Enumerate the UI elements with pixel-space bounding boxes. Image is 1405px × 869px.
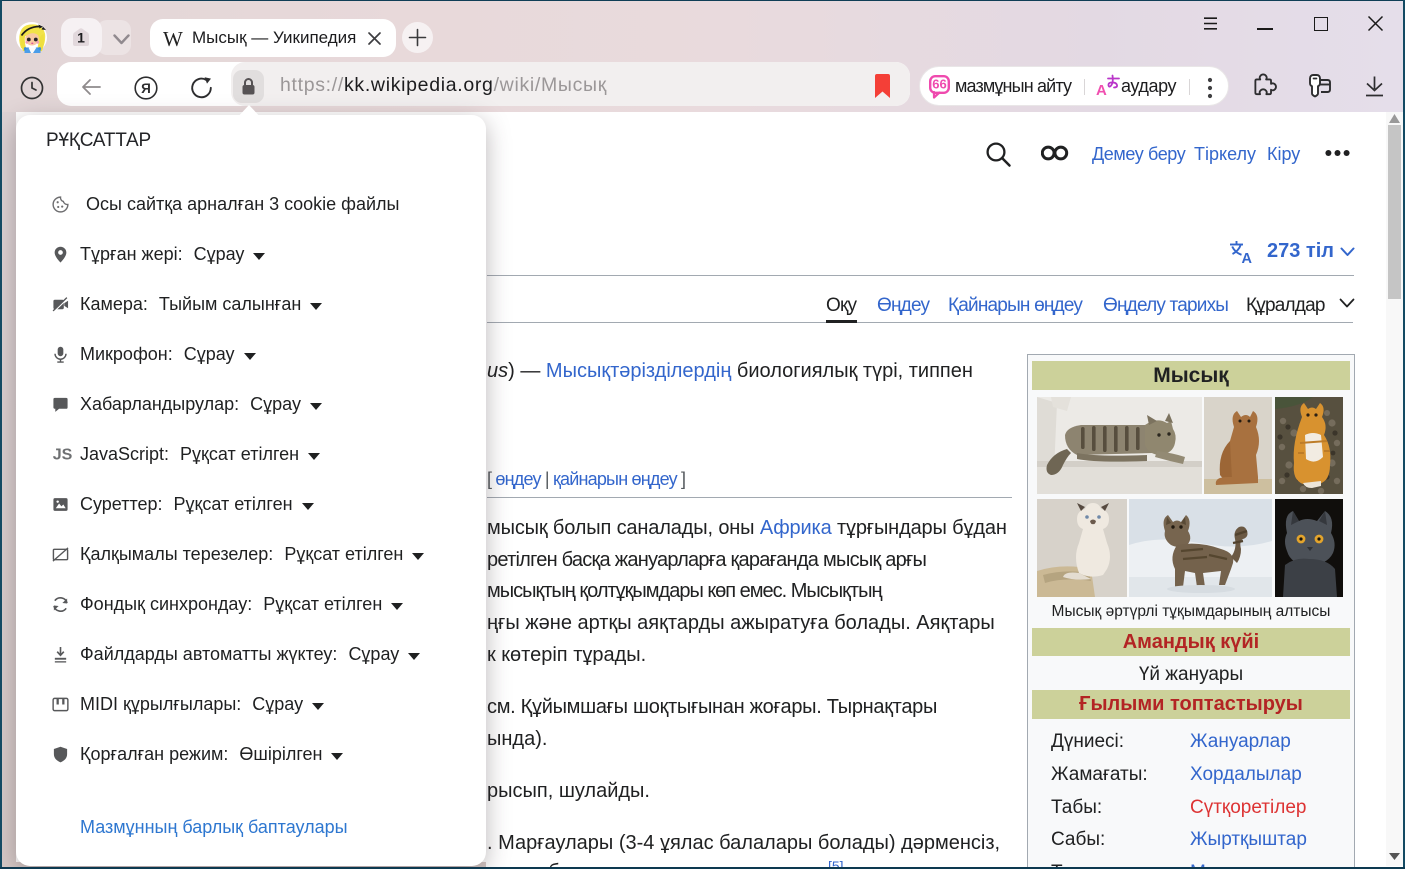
svg-text:А: А xyxy=(1096,82,1107,98)
svg-text:JS: JS xyxy=(53,446,73,463)
svg-text:Я: Я xyxy=(141,81,151,96)
svg-text:A: A xyxy=(1242,251,1253,264)
svg-text:66: 66 xyxy=(932,77,946,92)
svg-text:1: 1 xyxy=(77,30,85,46)
